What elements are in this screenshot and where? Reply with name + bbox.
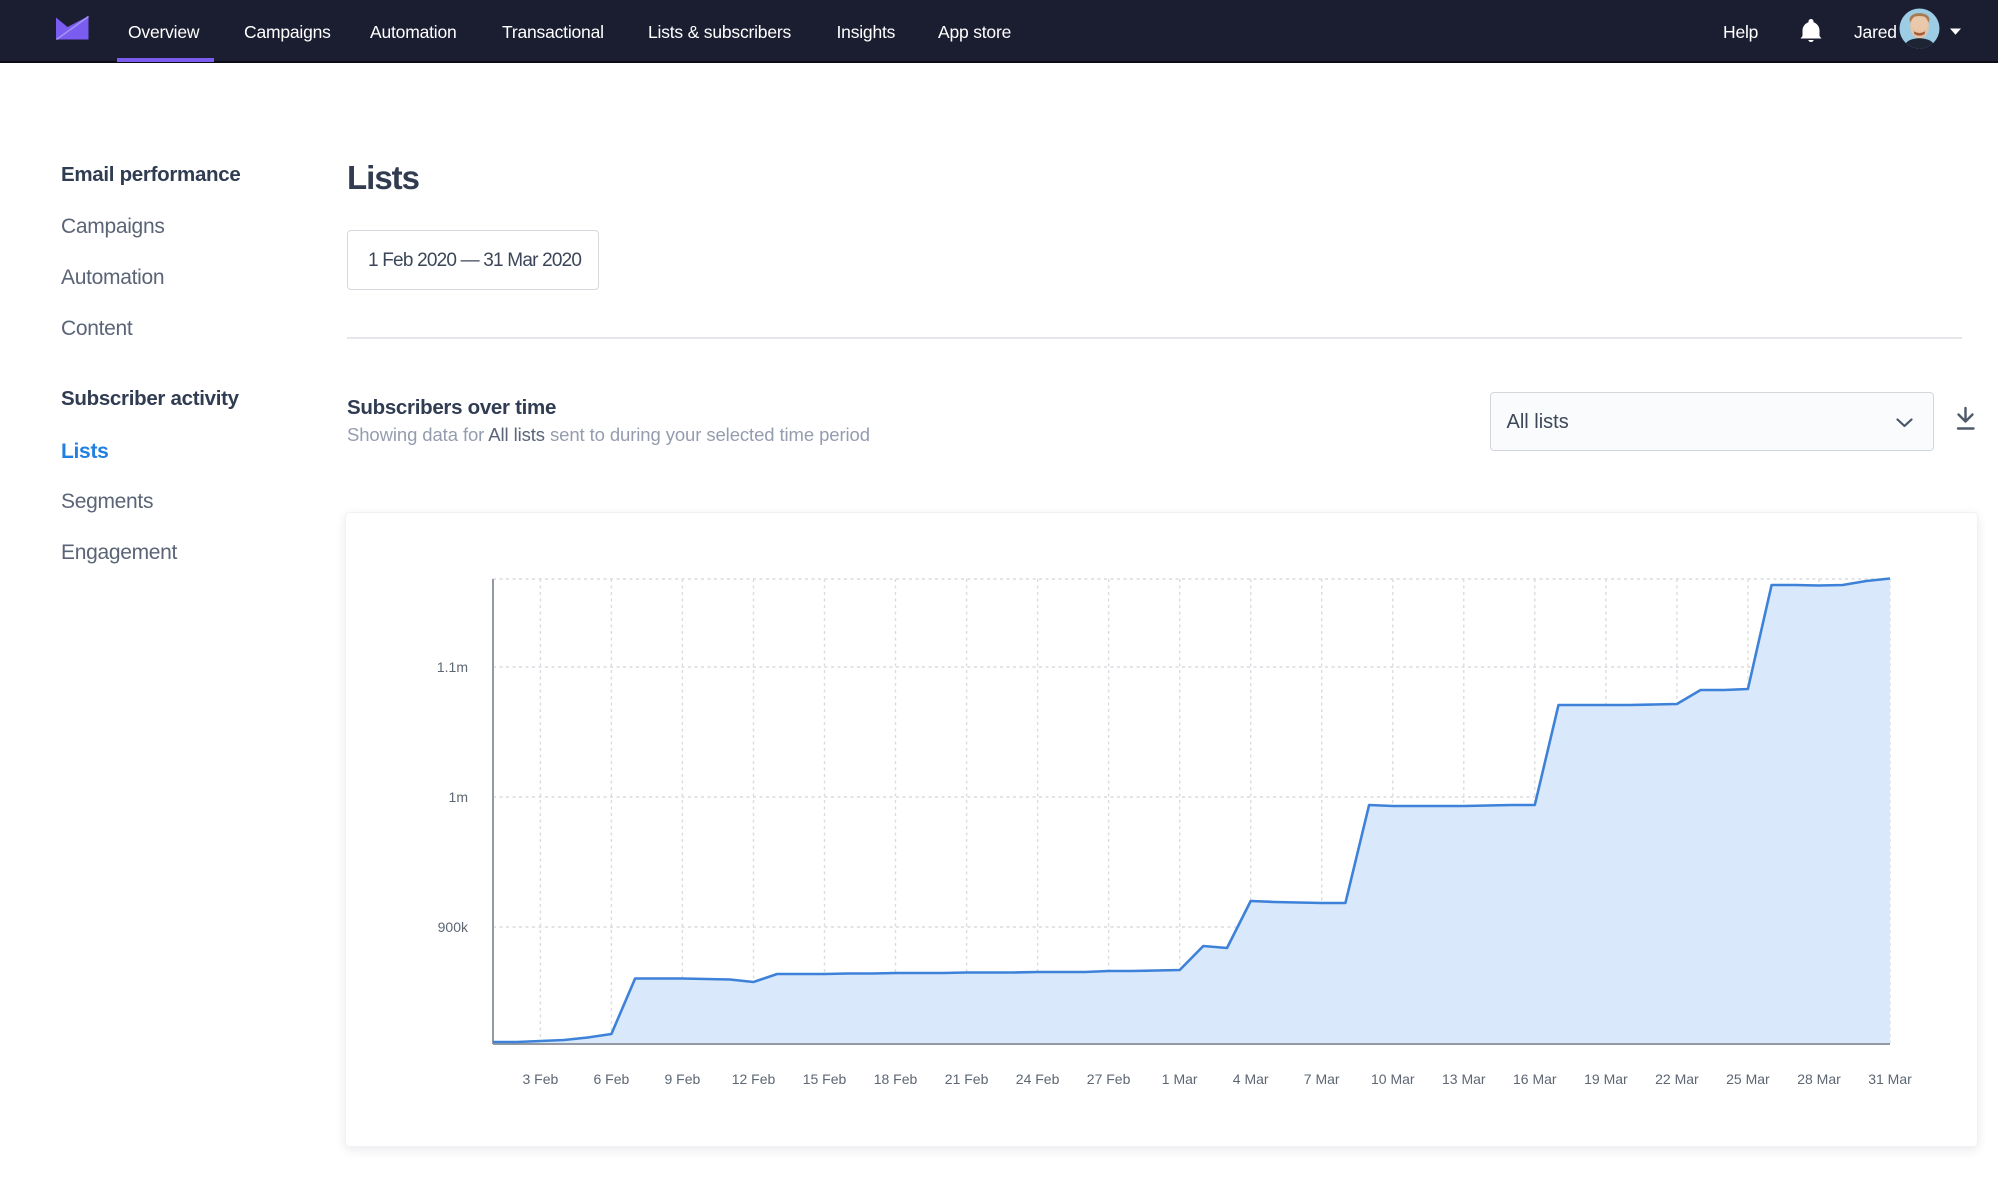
svg-text:15 Feb: 15 Feb xyxy=(803,1071,847,1087)
svg-text:18 Feb: 18 Feb xyxy=(874,1071,918,1087)
svg-text:25 Mar: 25 Mar xyxy=(1726,1071,1770,1087)
svg-text:1m: 1m xyxy=(449,789,468,805)
svg-text:4 Mar: 4 Mar xyxy=(1233,1071,1269,1087)
svg-text:27 Feb: 27 Feb xyxy=(1087,1071,1131,1087)
svg-text:13 Mar: 13 Mar xyxy=(1442,1071,1486,1087)
svg-text:7 Mar: 7 Mar xyxy=(1304,1071,1340,1087)
svg-text:28 Mar: 28 Mar xyxy=(1797,1071,1841,1087)
svg-text:21 Feb: 21 Feb xyxy=(945,1071,989,1087)
svg-text:31 Mar: 31 Mar xyxy=(1868,1071,1912,1087)
svg-text:900k: 900k xyxy=(438,919,469,935)
svg-text:16 Mar: 16 Mar xyxy=(1513,1071,1557,1087)
svg-text:1.1m: 1.1m xyxy=(437,659,468,675)
svg-text:12 Feb: 12 Feb xyxy=(732,1071,776,1087)
svg-text:24 Feb: 24 Feb xyxy=(1016,1071,1060,1087)
svg-text:1 Mar: 1 Mar xyxy=(1162,1071,1198,1087)
svg-text:3 Feb: 3 Feb xyxy=(522,1071,558,1087)
svg-text:19 Mar: 19 Mar xyxy=(1584,1071,1628,1087)
svg-text:6 Feb: 6 Feb xyxy=(593,1071,629,1087)
svg-text:10 Mar: 10 Mar xyxy=(1371,1071,1415,1087)
svg-text:22 Mar: 22 Mar xyxy=(1655,1071,1699,1087)
svg-text:9 Feb: 9 Feb xyxy=(664,1071,700,1087)
